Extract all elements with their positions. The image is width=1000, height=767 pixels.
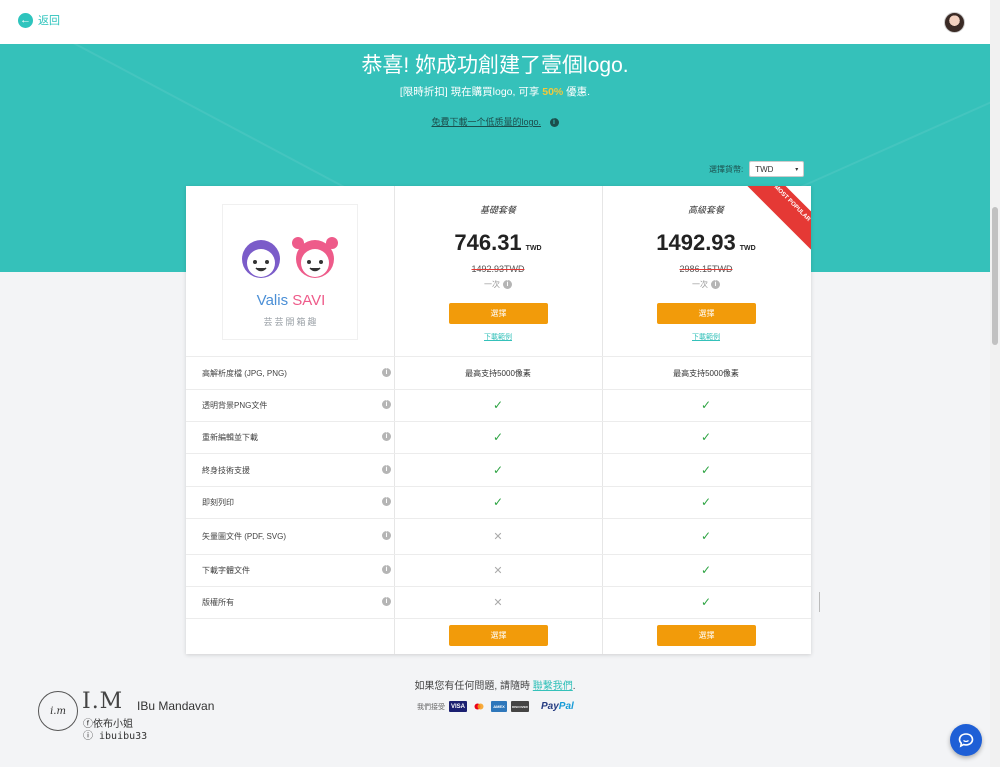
row-divider xyxy=(186,356,811,357)
feature-label: 版權所有 xyxy=(202,598,234,607)
plan-period: 一次 i xyxy=(602,279,810,290)
row-divider xyxy=(186,453,811,454)
watermark-logo: i.m xyxy=(38,691,78,731)
scrollbar-thumb[interactable] xyxy=(992,207,998,345)
select-premium-button-bottom[interactable]: 選擇 xyxy=(657,625,756,646)
plan-price: 746.31 TWD xyxy=(454,230,542,255)
back-label: 返回 xyxy=(38,15,60,27)
select-basic-button-bottom[interactable]: 選擇 xyxy=(449,625,548,646)
check-icon: ✓ xyxy=(700,463,712,477)
visa-icon: VISA xyxy=(449,701,467,712)
contact-us-link[interactable]: 聯繫我們 xyxy=(533,681,573,692)
info-icon[interactable]: i xyxy=(549,118,559,128)
check-icon: ✓ xyxy=(492,398,504,412)
user-avatar[interactable] xyxy=(944,12,965,33)
row-divider xyxy=(186,486,811,487)
info-icon[interactable]: i xyxy=(382,465,391,474)
back-link[interactable]: ← 返回 xyxy=(18,12,60,28)
feature-value: 最高支持5000像素 xyxy=(465,369,531,378)
plan-price: 1492.93 TWD xyxy=(656,230,756,255)
row-divider xyxy=(186,618,811,619)
page-scrollbar[interactable] xyxy=(990,0,1000,767)
watermark-instagram: ⓘ ibuibu33 xyxy=(83,731,148,742)
plan-basic: 基礎套餐 746.31 TWD 1492.93TWD 一次 i 選擇 下載範例 xyxy=(394,186,602,356)
cross-icon: ✕ xyxy=(493,565,503,577)
currency-selector: 選擇貨幣: TWD ▾ xyxy=(709,161,805,177)
chat-button[interactable] xyxy=(950,724,982,756)
logo-faces-icon xyxy=(242,237,338,278)
feature-label: 透明背景PNG文件 xyxy=(202,401,268,410)
check-icon: ✓ xyxy=(700,595,712,609)
pricing-card: Valis SAVI 芸芸開箱趣 基礎套餐 746.31 TWD 1492.93T… xyxy=(186,186,811,654)
mastercard-icon xyxy=(471,701,487,712)
check-icon: ✓ xyxy=(700,398,712,412)
feature-label: 高解析度檔 (JPG, PNG) xyxy=(202,369,287,378)
info-icon[interactable]: i xyxy=(382,432,391,441)
discover-icon: DISCOVER xyxy=(511,701,529,712)
watermark: i.m I.M IBu Mandavan ⓕ依布小姐 ⓘ ibuibu33 xyxy=(38,689,238,742)
info-icon[interactable]: i xyxy=(382,400,391,409)
check-icon: ✓ xyxy=(700,563,712,577)
row-divider xyxy=(186,389,811,390)
feature-label: 終身技術支援 xyxy=(202,466,250,475)
currency-dropdown[interactable]: TWD ▾ xyxy=(749,161,805,177)
currency-value: TWD xyxy=(755,164,774,174)
payment-methods: 我們接受 VISA AMEX DISCOVER PayPal xyxy=(417,701,574,712)
download-sample-link[interactable]: 下載範例 xyxy=(602,332,810,342)
currency-label: 選擇貨幣: xyxy=(709,164,744,174)
logo-subtitle: 芸芸開箱趣 xyxy=(263,317,319,327)
plan-old-price: 1492.93TWD xyxy=(471,264,525,274)
check-icon: ✓ xyxy=(492,495,504,509)
free-download-link[interactable]: 免費下載一个低质量的logo. xyxy=(431,117,541,127)
page-title: 恭喜! 妳成功創建了壹個logo. xyxy=(361,54,629,77)
cross-icon: ✕ xyxy=(493,531,503,543)
amex-icon: AMEX xyxy=(491,701,507,712)
info-icon[interactable]: i xyxy=(382,531,391,540)
row-divider xyxy=(186,421,811,422)
info-icon[interactable]: i xyxy=(382,497,391,506)
watermark-name: IBu Mandavan xyxy=(137,699,215,713)
chat-bubble-icon xyxy=(958,733,974,748)
plan-period: 一次 i xyxy=(394,279,602,290)
feature-value: 最高支持5000像素 xyxy=(673,369,739,378)
info-icon[interactable]: i xyxy=(711,280,720,290)
plan-old-price: 2986.15TWD xyxy=(679,264,733,274)
feature-label: 重新編輯並下載 xyxy=(202,433,258,442)
top-bar: ← 返回 xyxy=(0,0,990,44)
info-icon[interactable]: i xyxy=(503,280,512,290)
download-sample-link[interactable]: 下載範例 xyxy=(394,332,602,342)
info-icon[interactable]: i xyxy=(382,368,391,377)
select-premium-button[interactable]: 選擇 xyxy=(657,303,756,324)
check-icon: ✓ xyxy=(700,529,712,543)
logo-text: Valis SAVI xyxy=(256,292,326,309)
chevron-down-icon: ▾ xyxy=(795,166,799,173)
feature-label: 矢量圖文件 (PDF, SVG) xyxy=(202,532,287,541)
check-icon: ✓ xyxy=(700,495,712,509)
row-divider xyxy=(186,518,811,519)
row-divider xyxy=(186,586,811,587)
cross-icon: ✕ xyxy=(493,597,503,609)
plan-name: 基礎套餐 xyxy=(479,205,516,215)
watermark-title: I.M xyxy=(82,689,124,714)
info-icon[interactable]: i xyxy=(382,597,391,606)
arrow-left-icon: ← xyxy=(18,12,33,28)
check-icon: ✓ xyxy=(700,430,712,444)
info-icon[interactable]: i xyxy=(382,565,391,574)
select-basic-button[interactable]: 選擇 xyxy=(449,303,548,324)
paypal-logo: PayPal xyxy=(541,701,574,712)
check-icon: ✓ xyxy=(492,463,504,477)
payment-label: 我們接受 xyxy=(417,703,445,711)
divider xyxy=(819,592,820,612)
check-icon: ✓ xyxy=(492,430,504,444)
logo-preview: Valis SAVI 芸芸開箱趣 xyxy=(222,204,358,340)
feature-label: 即刻列印 xyxy=(202,498,234,507)
row-divider xyxy=(186,554,811,555)
free-download-row: 免費下載一个低质量的logo. i xyxy=(0,115,990,128)
feature-label: 下載字體文件 xyxy=(202,566,250,575)
discount-message: [限時折扣] 現在購買logo, 可享 50% 優惠. xyxy=(399,86,591,98)
